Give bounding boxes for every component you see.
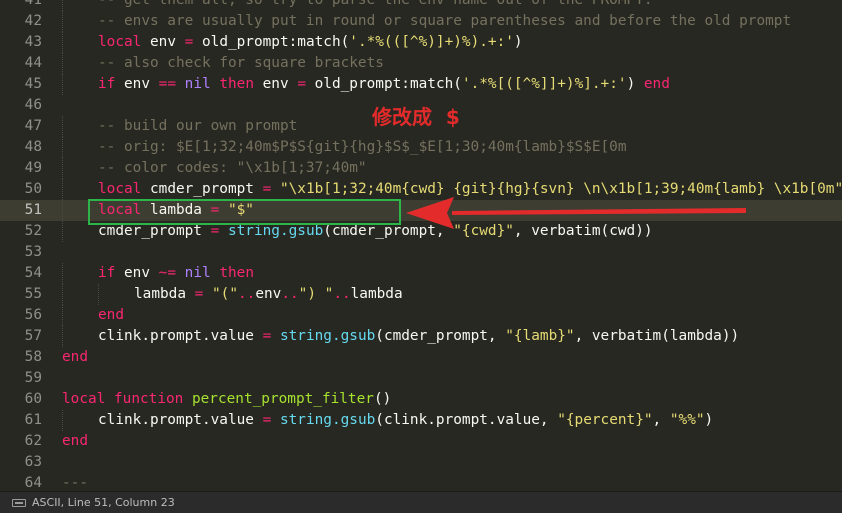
status-panel-icon[interactable] <box>12 499 26 507</box>
status-text: ASCII, Line 51, Column 23 <box>32 496 175 509</box>
arrow-shaft <box>452 208 746 215</box>
red-arrow-icon <box>406 197 746 229</box>
status-bar: ASCII, Line 51, Column 23 <box>0 491 842 513</box>
arrow-head <box>406 197 454 229</box>
